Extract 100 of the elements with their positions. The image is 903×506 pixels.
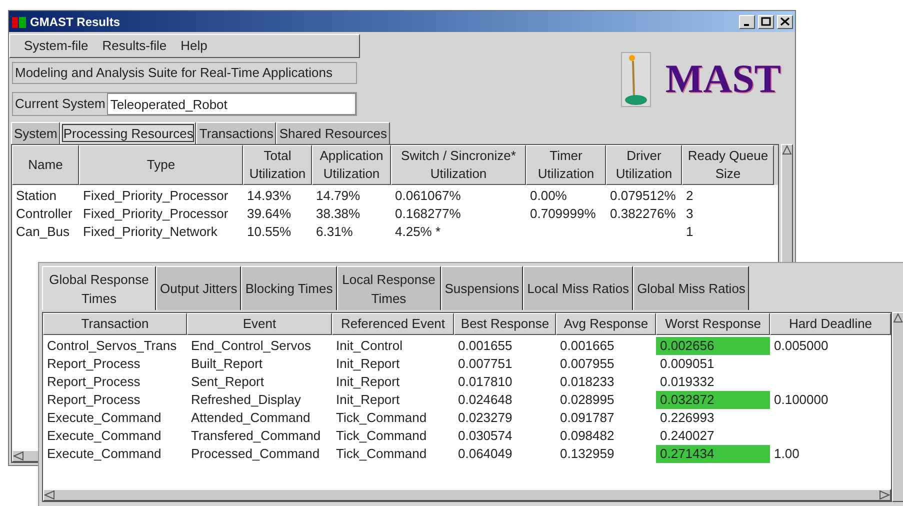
table-cell: 14.93% (247, 188, 292, 204)
table-cell: Can_Bus (16, 224, 70, 240)
table-cell-text: Processed_Command (191, 445, 320, 464)
column-header[interactable]: Transaction (43, 313, 187, 335)
current-system-label: Current System (14, 95, 106, 114)
table-cell: 0.168277% (395, 206, 461, 222)
table-cell-text: 0.024648 (458, 391, 512, 410)
table-cell: Controller (16, 206, 72, 222)
table-cell: 14.79% (316, 188, 360, 204)
highlight-cell: 0.271434 (656, 445, 770, 463)
table-cell: 1 (686, 224, 694, 240)
column-header[interactable]: Ready Queue Size (682, 145, 774, 185)
column-header[interactable]: Driver Utilization (606, 145, 682, 185)
table-cell: 0.061067% (395, 188, 461, 204)
table-cell: Fixed_Priority_Processor (83, 188, 228, 204)
table-cell-text: 0.023279 (458, 409, 512, 428)
table-cell-text: 0.001665 (560, 337, 614, 356)
table-cell-text: Init_Report (336, 373, 400, 392)
tab[interactable]: Output Jitters (156, 266, 242, 310)
table-cell-text: 0.064049 (458, 445, 512, 464)
table-cell-text: 0.030574 (458, 427, 512, 446)
table-cell-text: Control_Servos_Trans (47, 337, 177, 356)
table-cell-text: Execute_Command (47, 409, 162, 428)
table-cell-text: Transfered_Command (191, 427, 321, 446)
tab[interactable]: Shared Resources (276, 122, 390, 144)
table-cell: 38.38% (316, 206, 360, 222)
tab[interactable]: Global Response Times (42, 266, 156, 310)
tab[interactable]: Processing Resources (60, 122, 196, 144)
table-cell: 0.709999% (530, 206, 596, 222)
highlight-cell-text: 0.019332 (659, 373, 716, 391)
table-cell-text: Report_Process (47, 373, 140, 392)
window-title: GMAST Results (30, 14, 120, 30)
column-header[interactable]: Name (12, 145, 79, 185)
table-cell-text: End_Control_Servos (191, 337, 311, 356)
tab[interactable]: Transactions (196, 122, 276, 144)
table-cell-text: 0.017810 (458, 373, 512, 392)
highlight-cell: 0.002656 (656, 337, 770, 355)
table-cell: 2 (686, 188, 694, 204)
table-cell: Fixed_Priority_Network (83, 224, 218, 240)
column-header[interactable]: Best Response (454, 313, 556, 335)
table-cell: 0.079512% (610, 188, 676, 204)
menu-item[interactable]: Results-file (102, 36, 167, 56)
table-cell-text: 0.018233 (560, 373, 614, 392)
highlight-cell: 0.032872 (656, 391, 770, 409)
table-cell-text: 0.028995 (560, 391, 614, 410)
column-header[interactable]: Event (187, 313, 332, 335)
table-cell-text: 0.098482 (560, 427, 614, 446)
table-cell-text: Init_Report (336, 391, 400, 410)
table-cell-text: Execute_Command (47, 427, 162, 446)
table-cell-text: Refreshed_Display (191, 391, 301, 410)
table-cell-text: Tick_Command (336, 409, 427, 428)
table-cell: 0.382276% (610, 206, 676, 222)
highlight-cell-text: 0.226993 (659, 409, 716, 427)
table-cell: Station (16, 188, 56, 204)
table-cell-text: 0.132959 (560, 445, 614, 464)
table-cell-text: 0.001655 (458, 337, 512, 356)
column-header[interactable]: Application Utilization (312, 145, 391, 185)
table-cell: 0.00% (530, 188, 567, 204)
table-cell-text: Attended_Command (191, 409, 310, 428)
column-header[interactable]: Timer Utilization (526, 145, 606, 185)
suite-label: Modeling and Analysis Suite for Real-Time Applications (12, 62, 357, 84)
column-header[interactable]: Type (79, 145, 243, 185)
highlight-cell-text: 0.240027 (659, 427, 716, 445)
column-header[interactable]: Avg Response (556, 313, 656, 335)
tab[interactable]: System (11, 122, 60, 144)
table-cell: Fixed_Priority_Processor (83, 206, 228, 222)
table-cell-text: Tick_Command (336, 427, 427, 446)
table-cell: 10.55% (247, 224, 292, 240)
table-cell-text: Init_Report (336, 355, 400, 374)
column-header[interactable]: Worst Response (656, 313, 770, 335)
table-cell: 39.64% (247, 206, 292, 222)
tab[interactable]: Blocking Times (241, 266, 337, 310)
column-header[interactable]: Referenced Event (332, 313, 454, 335)
tab[interactable]: Local Miss Ratios (523, 266, 634, 310)
table-cell-text: Init_Control (336, 337, 402, 356)
current-system-field[interactable]: Teleoperated_Robot (107, 93, 356, 115)
column-header[interactable]: Hard Deadline (770, 313, 891, 335)
menu-item[interactable]: System-file (24, 36, 88, 56)
table-cell-text: 0.091787 (560, 409, 614, 428)
table-cell-text: Sent_Report (191, 373, 264, 392)
table-cell-text: 0.007751 (458, 355, 512, 374)
table-cell-text: 0.005000 (774, 337, 828, 356)
column-header[interactable]: Total Utilization (243, 145, 312, 185)
tab[interactable]: Global Miss Ratios (633, 266, 750, 310)
table-cell: 4.25% * (395, 224, 441, 240)
logo-text: MAST (665, 55, 781, 103)
table-cell-text: 0.007955 (560, 355, 614, 374)
tab[interactable]: Local Response Times (336, 266, 441, 310)
menu-item[interactable]: Help (180, 36, 208, 56)
tab[interactable]: Suspensions (440, 266, 524, 310)
column-header[interactable]: Switch / Sincronize* Utilization (391, 145, 526, 185)
table-cell-text: Tick_Command (336, 445, 427, 464)
table-cell-text: 1.00 (774, 445, 800, 464)
table-cell: 6.31% (316, 224, 353, 240)
table-cell-text: 0.100000 (774, 391, 828, 410)
table-cell: 3 (686, 206, 694, 222)
table-cell-text: Built_Report (191, 355, 263, 374)
table-cell-text: Execute_Command (47, 445, 162, 464)
table-cell-text: Report_Process (47, 391, 140, 410)
highlight-cell-text: 0.009051 (659, 355, 716, 373)
